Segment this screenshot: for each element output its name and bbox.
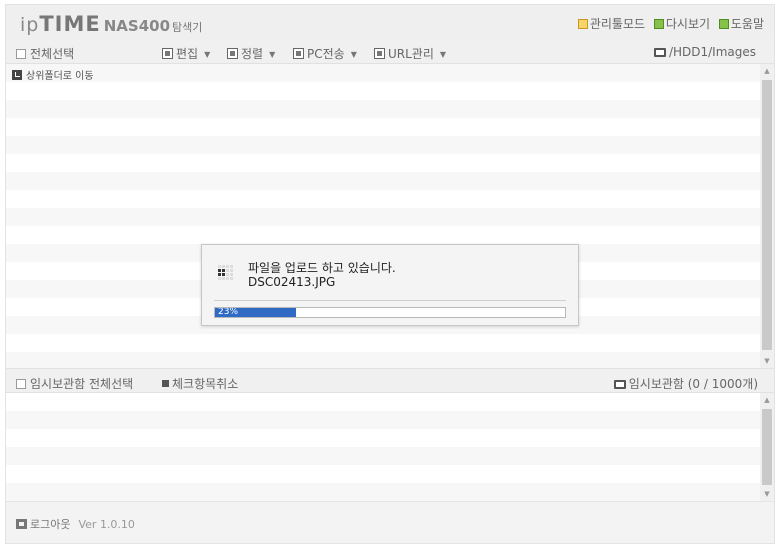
sort-menu[interactable]: 정렬 ▼ <box>227 45 275 62</box>
admin-tool-icon <box>577 19 588 29</box>
file-list-scrollbar[interactable]: ▲ ▼ <box>760 64 774 368</box>
scroll-down-icon[interactable]: ▼ <box>760 490 774 498</box>
chevron-down-icon: ▼ <box>269 50 276 59</box>
loading-spinner-icon <box>218 265 234 281</box>
iptime-logo: ipTIME NAS400 탐색기 <box>20 12 203 36</box>
chevron-down-icon: ▼ <box>204 50 211 59</box>
sort-icon <box>227 48 238 59</box>
scroll-down-icon[interactable]: ▼ <box>760 357 774 365</box>
chevron-down-icon: ▼ <box>350 50 357 59</box>
cancel-checked-button[interactable]: 체크항목취소 <box>162 375 238 392</box>
scroll-thumb[interactable] <box>762 80 772 350</box>
folder-icon <box>653 48 666 57</box>
upload-status-text: 파일을 업로드 하고 있습니다. <box>248 261 396 275</box>
temp-select-all-control[interactable]: 임시보관함 전체선택 <box>16 375 133 392</box>
temp-storage-count: 임시보관함 (0 / 1000개) <box>613 375 758 392</box>
upload-progress-bar: 23% <box>214 307 566 318</box>
scroll-up-icon[interactable]: ▲ <box>760 67 774 75</box>
cancel-checked-icon <box>162 380 169 387</box>
scroll-thumb[interactable] <box>762 409 772 485</box>
help-icon <box>718 19 729 29</box>
temp-storage-list[interactable] <box>6 393 760 501</box>
upload-message: 파일을 업로드 하고 있습니다. DSC02413.JPG <box>248 261 396 289</box>
parent-folder-icon <box>12 70 22 80</box>
temp-storage-bar: 임시보관함 전체선택 체크항목취소 임시보관함 (0 / 1000개) <box>6 368 774 393</box>
pc-transfer-menu[interactable]: PC전송 ▼ <box>293 45 357 62</box>
scroll-up-icon[interactable]: ▲ <box>760 396 774 404</box>
header-links: 관리툴모드 다시보기 도움말 <box>573 15 764 32</box>
parent-folder-row[interactable]: 상위폴더로 이동 <box>12 67 94 82</box>
url-manage-icon <box>374 48 385 59</box>
pc-transfer-icon <box>293 48 304 59</box>
header-bar: ipTIME NAS400 탐색기 관리툴모드 다시보기 도움말 <box>6 5 774 39</box>
edit-icon <box>162 48 173 59</box>
refresh-icon <box>653 19 664 29</box>
refresh-link[interactable]: 다시보기 <box>653 17 710 31</box>
help-link[interactable]: 도움말 <box>718 17 764 31</box>
url-manage-menu[interactable]: URL관리 ▼ <box>374 45 446 62</box>
temp-list-scrollbar[interactable]: ▲ ▼ <box>760 393 774 501</box>
version-label: Ver 1.0.10 <box>78 518 135 531</box>
upload-filename: DSC02413.JPG <box>248 275 336 289</box>
toolbar: 전체선택 편집 ▼ 정렬 ▼ PC전송 ▼ URL관리 ▼ /HDD1/Images <box>6 39 774 64</box>
folder-icon <box>613 380 626 389</box>
select-all-control[interactable]: 전체선택 <box>16 45 74 62</box>
progress-percent: 23% <box>218 307 239 317</box>
logout-button[interactable]: 로그아웃 Ver 1.0.10 <box>16 516 135 532</box>
edit-menu[interactable]: 편집 ▼ <box>162 45 210 62</box>
upload-progress-dialog: 파일을 업로드 하고 있습니다. DSC02413.JPG 23% <box>201 244 579 326</box>
admin-tool-link[interactable]: 관리툴모드 <box>577 17 645 31</box>
footer-bar: 로그아웃 Ver 1.0.10 <box>6 501 774 543</box>
temp-select-all-checkbox[interactable] <box>16 379 26 389</box>
select-all-checkbox[interactable] <box>16 49 26 59</box>
dialog-divider <box>214 300 566 301</box>
chevron-down-icon: ▼ <box>439 50 447 59</box>
logout-icon <box>16 519 27 529</box>
current-path: /HDD1/Images <box>653 45 756 59</box>
